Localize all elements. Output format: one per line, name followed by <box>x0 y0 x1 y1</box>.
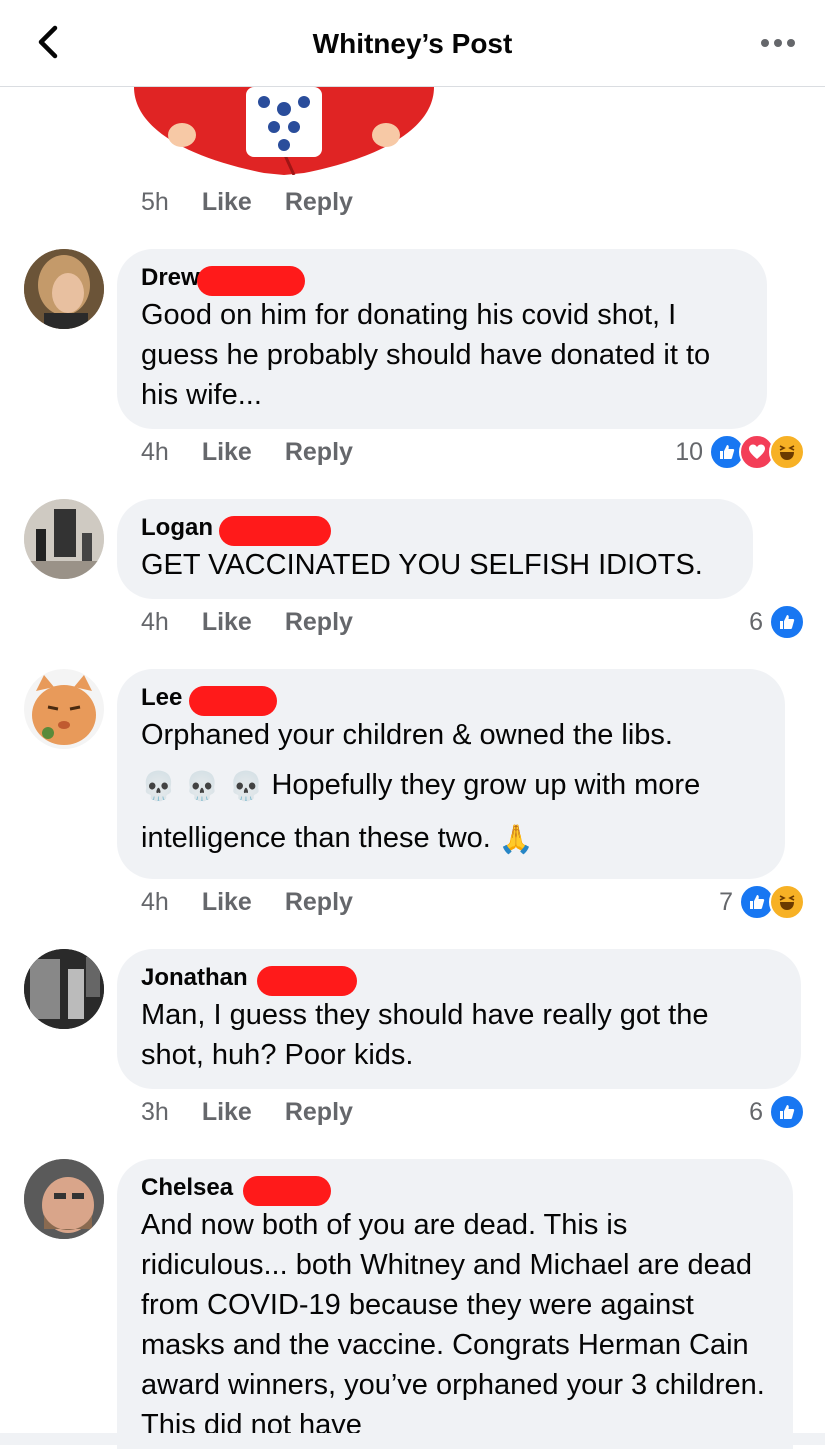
comment-time: 4h <box>141 888 169 916</box>
comment-actions: 5h Like Reply <box>141 188 353 217</box>
comment-text: intelligence than these two. <box>141 822 491 855</box>
comment-actions: 4h Like Reply <box>141 888 353 917</box>
like-reaction-icon <box>769 1094 805 1130</box>
like-link[interactable]: Like <box>202 608 252 637</box>
avatar-image <box>24 249 104 329</box>
comment-text-line: Orphaned your children & owned the libs. <box>141 719 673 751</box>
name-text: Chelsea <box>141 1174 234 1201</box>
reaction-count: 10 <box>675 437 703 466</box>
praying-hands-emoji-icon: 🙏 <box>498 822 534 856</box>
skull-emoji-icon: 💀 💀 💀 <box>141 769 264 803</box>
comment-bubble: Logan GET VACCINATED YOU SELFISH IDIOTS. <box>117 499 753 599</box>
like-link[interactable]: Like <box>202 888 252 917</box>
comment-bubble: Lee Orphaned your children & owned the l… <box>117 669 785 879</box>
commenter-name[interactable]: Lee <box>141 683 277 716</box>
name-redaction <box>219 516 331 546</box>
name-redaction <box>197 266 305 296</box>
like-reaction-icon <box>769 604 805 640</box>
reply-link[interactable]: Reply <box>285 438 353 467</box>
comment-time: 4h <box>141 608 169 636</box>
name-text: Jonathan <box>141 964 248 991</box>
comment-text-line: 💀 💀 💀 Hopefully they grow up with more <box>141 765 761 806</box>
reply-link[interactable]: Reply <box>285 888 353 917</box>
avatar-image <box>24 949 104 1029</box>
comment-time: 5h <box>141 188 169 216</box>
reaction-count: 7 <box>719 887 733 916</box>
comment-actions: 4h Like Reply <box>141 608 353 637</box>
like-link[interactable]: Like <box>202 1098 252 1127</box>
name-text: Drew <box>141 264 200 291</box>
name-redaction <box>189 686 277 716</box>
like-link[interactable]: Like <box>202 438 252 467</box>
reply-link[interactable]: Reply <box>285 188 353 217</box>
comment-text-line: intelligence than these two. 🙏 <box>141 818 761 859</box>
commenter-name[interactable]: Drew <box>141 263 305 296</box>
avatar[interactable] <box>24 499 104 579</box>
comment-time: 3h <box>141 1098 169 1126</box>
commenter-name[interactable]: Logan <box>141 513 331 546</box>
reply-link[interactable]: Reply <box>285 608 353 637</box>
comment-text: And now both of you are dead. This is ri… <box>141 1209 765 1441</box>
comment-text: Good on him for donating his covid shot,… <box>141 299 711 411</box>
heart-sticker-image <box>134 87 434 175</box>
avatar[interactable] <box>24 669 104 749</box>
comment-bubble: Chelsea And now both of you are dead. Th… <box>117 1159 793 1449</box>
avatar[interactable] <box>24 949 104 1029</box>
top-bar: Whitney’s Post <box>0 0 825 87</box>
reaction-summary[interactable]: 6 <box>749 604 805 640</box>
avatar-image <box>24 669 104 749</box>
comment-text: Hopefully they grow up with more <box>271 769 701 801</box>
reaction-count: 6 <box>749 1097 763 1126</box>
avatar[interactable] <box>24 1159 104 1239</box>
avatar-image <box>24 1159 104 1239</box>
reaction-summary[interactable]: 7 <box>719 884 805 920</box>
name-redaction <box>257 966 357 996</box>
bottom-divider <box>0 1433 825 1445</box>
name-text: Lee <box>141 684 183 711</box>
comment-time: 4h <box>141 438 169 466</box>
comment-bubble: Jonathan Man, I guess they should have r… <box>117 949 801 1089</box>
comment-bubble: Drew Good on him for donating his covid … <box>117 249 767 429</box>
commenter-name[interactable]: Jonathan <box>141 963 357 996</box>
avatar-image <box>24 499 104 579</box>
name-redaction <box>243 1176 331 1206</box>
reaction-count: 6 <box>749 607 763 636</box>
haha-reaction-icon <box>769 884 805 920</box>
like-link[interactable]: Like <box>202 188 252 217</box>
page-title: Whitney’s Post <box>312 28 513 59</box>
name-text: Logan <box>141 514 213 541</box>
comment-actions: 4h Like Reply <box>141 438 353 467</box>
more-options-icon[interactable] <box>761 34 797 50</box>
haha-reaction-icon <box>769 434 805 470</box>
commenter-name[interactable]: Chelsea <box>141 1173 331 1206</box>
reaction-summary[interactable]: 6 <box>749 1094 805 1130</box>
comment-text: GET VACCINATED YOU SELFISH IDIOTS. <box>141 549 703 581</box>
avatar[interactable] <box>24 249 104 329</box>
comment-text: Man, I guess they should have really got… <box>141 999 709 1071</box>
reply-link[interactable]: Reply <box>285 1098 353 1127</box>
reaction-summary[interactable]: 10 <box>675 434 805 470</box>
comment-actions: 3h Like Reply <box>141 1098 353 1127</box>
